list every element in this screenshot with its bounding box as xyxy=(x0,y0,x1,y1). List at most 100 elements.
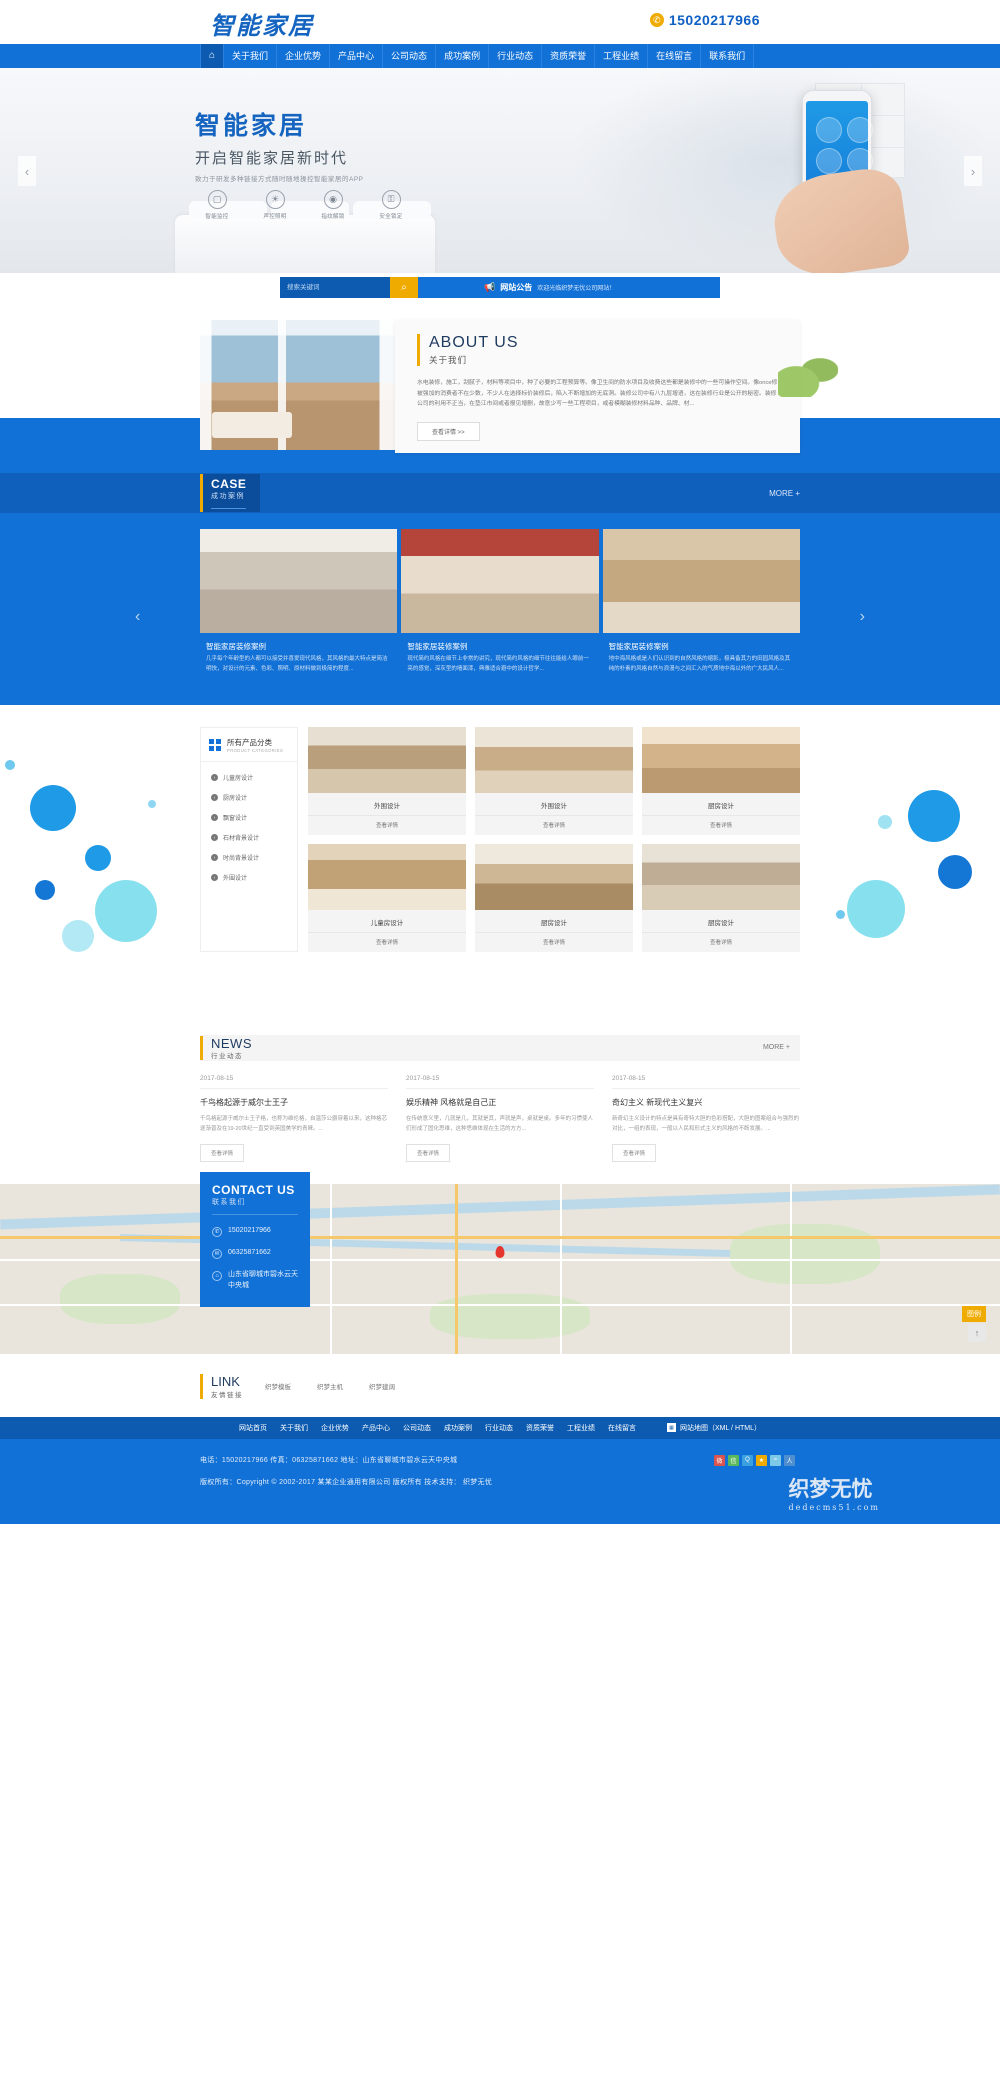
wechat-icon[interactable]: 信 xyxy=(728,1454,739,1466)
nav-item-8[interactable]: 在线留言 xyxy=(648,44,702,68)
footer-nav-item-7[interactable]: 资质荣誉 xyxy=(526,1423,554,1433)
product-detail-button[interactable]: 查看详情 xyxy=(475,814,633,835)
product-categories-sidebar: 所有产品分类 PRODUCT CATEGORIES › 儿童房设计 › 厨房设计 › 飘窗… xyxy=(200,726,298,952)
phone-icon: ✆ xyxy=(649,13,664,27)
map-legend-badge[interactable]: 图例 xyxy=(962,1305,986,1322)
rss-icon[interactable]: ≈ xyxy=(770,1454,781,1466)
product-category-item-0[interactable]: › 儿童房设计 xyxy=(201,768,297,788)
nav-item-7[interactable]: 工程业绩 xyxy=(595,44,649,68)
nav-item-5[interactable]: 行业动态 xyxy=(489,44,543,68)
product-category-label: 厨房设计 xyxy=(223,796,248,803)
footer-nav-item-1[interactable]: 关于我们 xyxy=(280,1423,308,1433)
product-name: 儿童房设计 xyxy=(370,919,404,927)
news-section: NEWS 行业动态 MORE + 2017-08-15 千鸟格起源于威尔士王子 千鸟… xyxy=(200,1025,800,1162)
product-category-item-1[interactable]: › 厨房设计 xyxy=(201,788,297,808)
case-more-link[interactable]: MORE + xyxy=(769,489,800,498)
case-desc: 几乎每个年龄型的人都可以接受并喜爱现代风格，其风格的最大特点是简洁明快，对设计的… xyxy=(206,656,388,672)
sitemap-icon: ▦ xyxy=(666,1423,676,1433)
qq-icon[interactable]: Q xyxy=(742,1454,753,1466)
footer-contact-line: 电话：15020217966 传真：06325871662 地址：山东省聊城市碧… xyxy=(200,1456,458,1464)
nav-item-2[interactable]: 产品中心 xyxy=(330,44,384,68)
product-card[interactable]: 外围设计 查看详情 xyxy=(475,726,633,835)
friendly-link-0[interactable]: 织梦模板 xyxy=(265,1381,291,1391)
news-item[interactable]: 2017-08-15 娱乐精神 风格就是自己正 在传统意义里，几就是几，其就是其，声… xyxy=(406,1075,594,1162)
news-more-link[interactable]: MORE + xyxy=(763,1044,790,1051)
news-item[interactable]: 2017-08-15 奇幻主义 新现代主义复兴 新奇幻主义设计的特点是具有奇特大胆的… xyxy=(612,1075,800,1162)
contact-section: CONTACT US 联系我们 ✆ 15020217966 ✉ 06325871… xyxy=(0,1171,1000,1354)
nav-item-4[interactable]: 成功案例 xyxy=(436,44,490,68)
footer-nav-item-8[interactable]: 工程业绩 xyxy=(567,1423,595,1433)
product-card[interactable]: 厨房设计 查看详情 xyxy=(642,726,800,835)
nav-item-6[interactable]: 资质荣誉 xyxy=(542,44,596,68)
case-title-cn: 成功案例 xyxy=(211,491,247,509)
product-card[interactable]: 外围设计 查看详情 xyxy=(308,726,466,835)
product-category-item-4[interactable]: › 时尚背景设计 xyxy=(201,848,297,868)
product-category-item-5[interactable]: › 外围设计 xyxy=(201,868,297,888)
news-item[interactable]: 2017-08-15 千鸟格起源于威尔士王子 千鸟格起源于威尔士王子格，也称为维伦格… xyxy=(200,1075,388,1162)
product-category-item-2[interactable]: › 飘窗设计 xyxy=(201,808,297,828)
footer-nav-item-5[interactable]: 成功案例 xyxy=(444,1423,472,1433)
case-card[interactable]: 智能家居装修案例 几乎每个年龄型的人都可以接受并喜爱现代风格，其风格的最大特点是简… xyxy=(200,529,398,683)
friendly-link-1[interactable]: 织梦主机 xyxy=(317,1381,343,1391)
nav-item-9[interactable]: 联系我们 xyxy=(701,44,755,68)
lock-icon: ⚿ xyxy=(381,190,401,209)
header-phone-number: 15020217966 xyxy=(668,12,760,28)
product-detail-button[interactable]: 查看详情 xyxy=(308,814,466,835)
product-detail-button[interactable]: 查看详情 xyxy=(642,931,800,952)
footer-nav-item-6[interactable]: 行业动态 xyxy=(485,1423,513,1433)
case-section: CASE 成功案例 MORE + 智能家居装修案例 几乎每个年龄型的人都可以接受并… xyxy=(0,473,1000,705)
product-detail-button[interactable]: 查看详情 xyxy=(308,931,466,952)
home-icon: ⌂ xyxy=(208,50,216,61)
product-detail-button[interactable]: 查看详情 xyxy=(475,931,633,952)
about-more-button[interactable]: 查看详情 >> xyxy=(417,422,480,442)
nav-item-0[interactable]: 关于我们 xyxy=(224,44,278,68)
main-navigation: ⌂ 关于我们 企业优势 产品中心 公司动态 成功案例 行业动态 资质荣誉 工程业绩 在线留言 联系… xyxy=(0,44,1000,68)
case-prev-arrow[interactable]: ‹ xyxy=(135,608,140,626)
footer-nav-item-4[interactable]: 公司动态 xyxy=(403,1423,431,1433)
search-button[interactable]: ⌕ xyxy=(390,277,418,298)
nav-item-1[interactable]: 企业优势 xyxy=(277,44,331,68)
footer-nav-item-3[interactable]: 产品中心 xyxy=(362,1423,390,1433)
search-input[interactable] xyxy=(280,277,390,298)
footer-nav-item-9[interactable]: 在线留言 xyxy=(608,1423,636,1433)
banner-prev-arrow[interactable]: ‹ xyxy=(18,156,36,186)
site-logo[interactable]: 智能家居 xyxy=(210,6,314,41)
notice-label: 网站公告 xyxy=(500,283,533,292)
case-next-arrow[interactable]: › xyxy=(860,608,865,626)
product-image xyxy=(475,726,633,793)
product-card[interactable]: 厨房设计 查看详情 xyxy=(642,843,800,952)
back-to-top-button[interactable]: ↑ xyxy=(968,1323,986,1342)
product-detail-button[interactable]: 查看详情 xyxy=(642,814,800,835)
footer-nav-item-2[interactable]: 企业优势 xyxy=(321,1423,349,1433)
nav-item-3[interactable]: 公司动态 xyxy=(383,44,437,68)
lamp-icon: ☀ xyxy=(265,190,285,209)
contact-address-row: ⌂ 山东省聊城市碧水云天中央城 xyxy=(212,1270,298,1292)
product-category-item-3[interactable]: › 石材背景设计 xyxy=(201,828,297,848)
footer-nav-item-0[interactable]: 网站首页 xyxy=(239,1423,267,1433)
product-image xyxy=(475,843,633,910)
case-card[interactable]: 智能家居装修案例 地中海风格或是人们认识到的自然风格的缩影，极具备其力的田园风格及… xyxy=(602,529,800,683)
product-category-label: 飘窗设计 xyxy=(223,816,248,823)
nav-item-home[interactable]: ⌂ xyxy=(200,44,224,68)
weibo-icon[interactable]: 微 xyxy=(714,1454,725,1466)
map-location-pin xyxy=(495,1246,505,1259)
case-card[interactable]: 智能家居装修案例 现代简约风格在细节上非常的讲究，现代简约风格的细节往往能给人眼前… xyxy=(401,529,599,683)
friendly-link-2[interactable]: 织梦建阔 xyxy=(369,1381,395,1391)
about-title-cn: 关于我们 xyxy=(429,355,468,365)
star-icon[interactable]: ★ xyxy=(756,1454,767,1466)
footer-sitemap[interactable]: ▦ 网站地图（XML / HTML） xyxy=(666,1423,761,1433)
news-detail-button[interactable]: 查看详情 xyxy=(612,1143,657,1162)
news-detail-button[interactable]: 查看详情 xyxy=(406,1143,451,1162)
location-pin-icon: ⌂ xyxy=(212,1270,222,1281)
news-title-en: NEWS xyxy=(211,1035,252,1051)
product-card[interactable]: 厨房设计 查看详情 xyxy=(475,843,633,952)
product-card[interactable]: 儿童房设计 查看详情 xyxy=(308,843,466,952)
user-icon[interactable]: 人 xyxy=(784,1454,795,1466)
links-title-en: LINK xyxy=(211,1373,240,1389)
about-body-text: 水电装修，施工，刮腻子，材料等项目中，种了必要的工程预算等。像卫生间的防水项目及… xyxy=(417,380,778,408)
case-image xyxy=(401,529,599,633)
news-detail-button[interactable]: 查看详情 xyxy=(200,1143,245,1162)
banner-next-arrow[interactable]: › xyxy=(964,156,982,186)
map-background[interactable] xyxy=(0,1183,1000,1354)
grid-icon xyxy=(209,738,221,751)
